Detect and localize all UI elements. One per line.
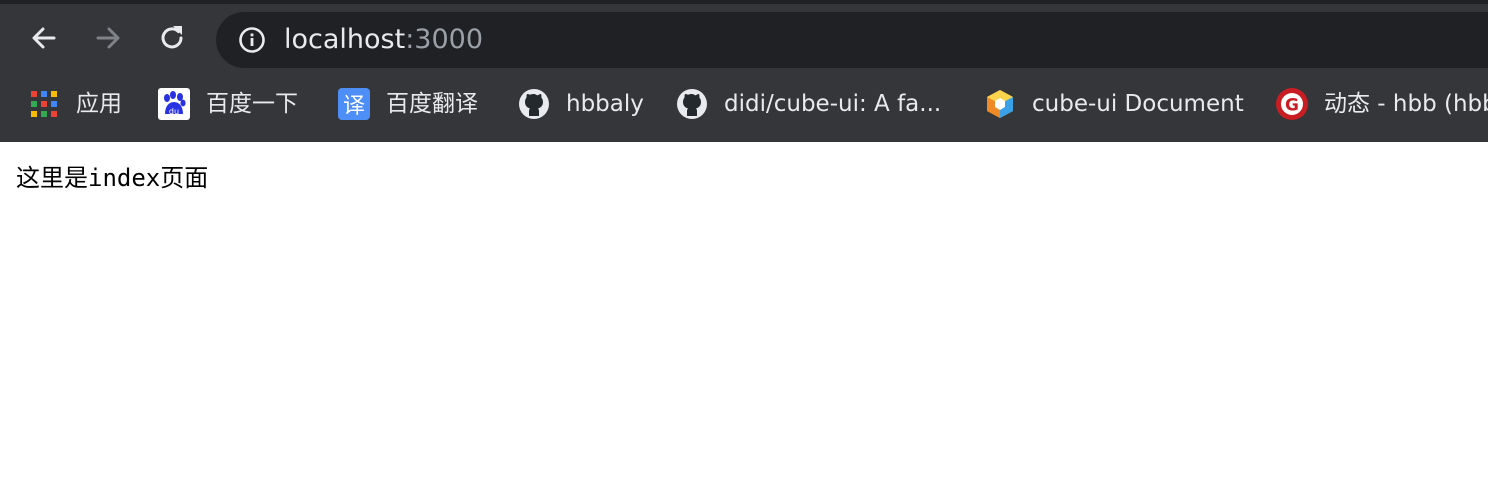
bookmark-label: 应用 [76,91,122,117]
reload-icon [161,26,183,49]
content-text-code: index [88,164,161,192]
content-text-suffix: 页面 [160,164,209,192]
bookmark-hbbaly[interactable]: hbbaly [518,76,644,132]
arrow-right-icon [96,27,120,49]
bookmark-cube-ui-docs[interactable]: cube-ui Document [984,76,1244,132]
page-content: 这里是index页面 [16,162,208,194]
content-text-prefix: 这里是 [16,164,88,192]
back-button[interactable] [22,16,66,60]
info-icon[interactable] [238,26,266,54]
reload-button[interactable] [150,16,194,60]
apps-grid-icon [31,91,57,117]
arrow-left-icon [32,27,56,49]
cube-ui-icon [987,90,1013,118]
bookmark-label: didi/cube-ui: A fa... [724,91,942,117]
bookmark-gitee[interactable]: G 动态 - hbb (hbb [1276,76,1488,132]
url-port: :3000 [405,24,484,55]
translate-icon-glyph: 译 [343,94,365,119]
bookmark-baidu[interactable]: du 百度一下 [158,76,298,132]
bookmark-label: 百度一下 [206,91,298,117]
bookmark-label: cube-ui Document [1032,91,1244,117]
url-host: localhost [284,24,406,55]
browser-chrome: localhost:3000 应用 du 百度一下 译 百度翻译 hbbaly … [0,0,1488,142]
gitee-icon-glyph: G [1285,96,1299,116]
bookmark-apps[interactable]: 应用 [28,76,122,132]
address-bar[interactable]: localhost:3000 [216,12,1488,68]
bookmark-label: 百度翻译 [386,91,478,117]
bookmark-label: 动态 - hbb (hbb [1324,91,1488,117]
gitee-icon: G [1276,88,1308,120]
github-icon [519,89,549,119]
bookmark-cube-ui-github[interactable]: didi/cube-ui: A fa... [676,76,941,132]
bookmark-baidu-translate[interactable]: 译 百度翻译 [338,76,478,132]
forward-button[interactable] [86,16,130,60]
svg-text:du: du [169,107,179,116]
browser-toolbar: localhost:3000 [0,4,1488,76]
bookmarks-bar: 应用 du 百度一下 译 百度翻译 hbbaly didi/cube-ui: A… [0,76,1488,142]
bookmark-label: hbbaly [566,91,644,117]
url-text[interactable]: localhost:3000 [284,24,483,56]
baidu-translate-icon: 译 [338,88,370,120]
github-icon [677,89,707,119]
baidu-icon: du [158,88,190,120]
